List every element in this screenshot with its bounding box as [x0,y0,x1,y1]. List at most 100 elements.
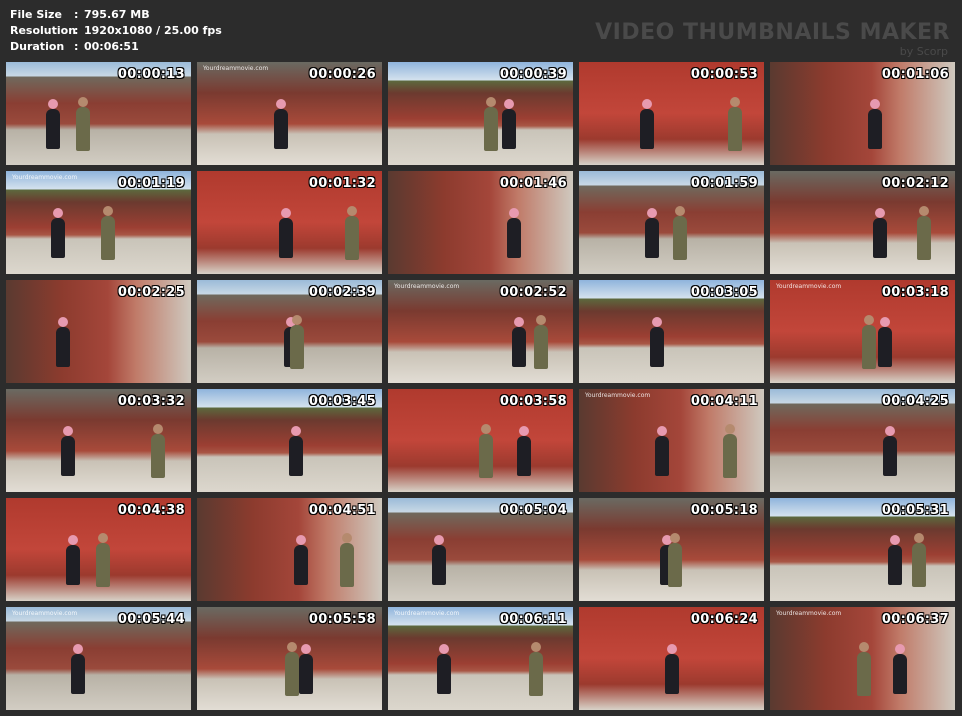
thumbnail-timestamp: 00:04:51 [308,503,376,518]
video-thumbnail[interactable]: 00:05:04 [388,498,573,601]
video-thumbnail[interactable]: 00:03:05 [579,280,764,383]
resolution-value: 1920x1080 / 25.00 fps [84,24,222,37]
frame-figure [665,644,679,694]
brand-title: VIDEO THUMBNAILS MAKER [595,20,950,45]
thumbnail-timestamp: 00:02:12 [881,176,949,191]
video-thumbnail[interactable]: 00:01:32 [197,171,382,274]
video-thumbnail[interactable]: Yourdreammovie.com 00:06:37 [770,607,955,710]
thumbnail-timestamp: 00:05:18 [690,503,758,518]
frame-figure [61,426,75,476]
video-thumbnail[interactable]: 00:03:32 [6,389,191,492]
frame-figure [878,317,892,367]
duration-value: 00:06:51 [84,40,139,53]
frame-figure [51,208,65,258]
video-thumbnail[interactable]: Yourdreammovie.com 00:05:44 [6,607,191,710]
thumbnail-timestamp: 00:03:05 [690,285,758,300]
frame-figure [56,317,70,367]
thumbnail-timestamp: 00:05:04 [499,503,567,518]
video-thumbnail[interactable]: 00:00:53 [579,62,764,165]
thumbnail-timestamp: 00:02:52 [499,285,567,300]
brand-subtitle: by Scorp [899,45,948,58]
frame-figure [873,208,887,258]
site-watermark: Yourdreammovie.com [203,65,269,72]
video-thumbnail[interactable]: 00:05:31 [770,498,955,601]
thumbnail-timestamp: 00:03:32 [117,394,185,409]
video-thumbnail[interactable]: 00:04:51 [197,498,382,601]
thumbnail-timestamp: 00:01:32 [308,176,376,191]
video-thumbnail[interactable]: 00:04:38 [6,498,191,601]
duration-row: Duration : 00:06:51 [10,39,222,55]
thumbnail-timestamp: 00:02:39 [308,285,376,300]
thumbnail-timestamp: 00:01:59 [690,176,758,191]
video-thumbnail[interactable]: Yourdreammovie.com 00:04:11 [579,389,764,492]
file-size-label: File Size [10,8,62,21]
thumbnail-timestamp: 00:04:11 [690,394,758,409]
video-thumbnail[interactable]: Yourdreammovie.com 00:01:19 [6,171,191,274]
frame-figure [290,315,304,369]
site-watermark: Yourdreammovie.com [12,174,78,181]
frame-figure [650,317,664,367]
frame-figure [534,315,548,369]
video-thumbnail[interactable]: 00:01:46 [388,171,573,274]
frame-figure [888,535,902,585]
video-thumbnail[interactable]: 00:05:18 [579,498,764,601]
video-thumbnail[interactable]: Yourdreammovie.com 00:06:11 [388,607,573,710]
video-thumbnail[interactable]: 00:00:39 [388,62,573,165]
site-watermark: Yourdreammovie.com [394,283,460,290]
thumbnail-timestamp: 00:01:46 [499,176,567,191]
thumbnail-timestamp: 00:00:39 [499,67,567,82]
thumbnail-timestamp: 00:03:58 [499,394,567,409]
frame-figure [673,206,687,260]
frame-figure [868,99,882,149]
frame-figure [285,642,299,696]
frame-figure [502,99,516,149]
video-thumbnail[interactable]: 00:04:25 [770,389,955,492]
thumbnail-timestamp: 00:05:31 [881,503,949,518]
video-thumbnail[interactable]: 00:01:59 [579,171,764,274]
frame-figure [151,424,165,478]
video-thumbnail[interactable]: 00:02:12 [770,171,955,274]
frame-figure [484,97,498,151]
video-thumbnail[interactable]: 00:05:58 [197,607,382,710]
frame-figure [345,206,359,260]
frame-figure [507,208,521,258]
frame-figure [279,208,293,258]
video-thumbnail[interactable]: 00:03:58 [388,389,573,492]
frame-figure [517,426,531,476]
thumbnail-timestamp: 00:01:19 [117,176,185,191]
thumbnail-timestamp: 00:02:25 [117,285,185,300]
thumbnail-timestamp: 00:05:58 [308,612,376,627]
video-thumbnail[interactable]: 00:06:24 [579,607,764,710]
separator: : [74,8,79,21]
thumbnail-timestamp: 00:04:38 [117,503,185,518]
frame-figure [437,644,451,694]
video-thumbnail[interactable]: 00:02:39 [197,280,382,383]
frame-figure [101,206,115,260]
frame-figure [289,426,303,476]
frame-figure [76,97,90,151]
frame-figure [294,535,308,585]
thumbnail-timestamp: 00:00:13 [117,67,185,82]
file-info-panel: File Size : 795.67 MB Resolution : 1920x… [10,7,222,55]
video-thumbnail[interactable]: 00:02:25 [6,280,191,383]
frame-figure [432,535,446,585]
frame-figure [723,424,737,478]
video-thumbnail[interactable]: 00:01:06 [770,62,955,165]
frame-figure [96,533,110,587]
video-thumbnail[interactable]: Yourdreammovie.com 00:00:26 [197,62,382,165]
frame-figure [299,644,313,694]
video-thumbnail[interactable]: Yourdreammovie.com 00:03:18 [770,280,955,383]
duration-label: Duration [10,40,65,53]
site-watermark: Yourdreammovie.com [394,610,460,617]
frame-figure [66,535,80,585]
file-size-value: 795.67 MB [84,8,150,21]
thumbnail-timestamp: 00:06:37 [881,612,949,627]
video-thumbnail[interactable]: 00:00:13 [6,62,191,165]
video-thumbnail[interactable]: Yourdreammovie.com 00:02:52 [388,280,573,383]
thumbnail-timestamp: 00:04:25 [881,394,949,409]
frame-figure [274,99,288,149]
frame-figure [668,533,682,587]
thumbnail-timestamp: 00:06:24 [690,612,758,627]
frame-figure [883,426,897,476]
video-thumbnail[interactable]: 00:03:45 [197,389,382,492]
